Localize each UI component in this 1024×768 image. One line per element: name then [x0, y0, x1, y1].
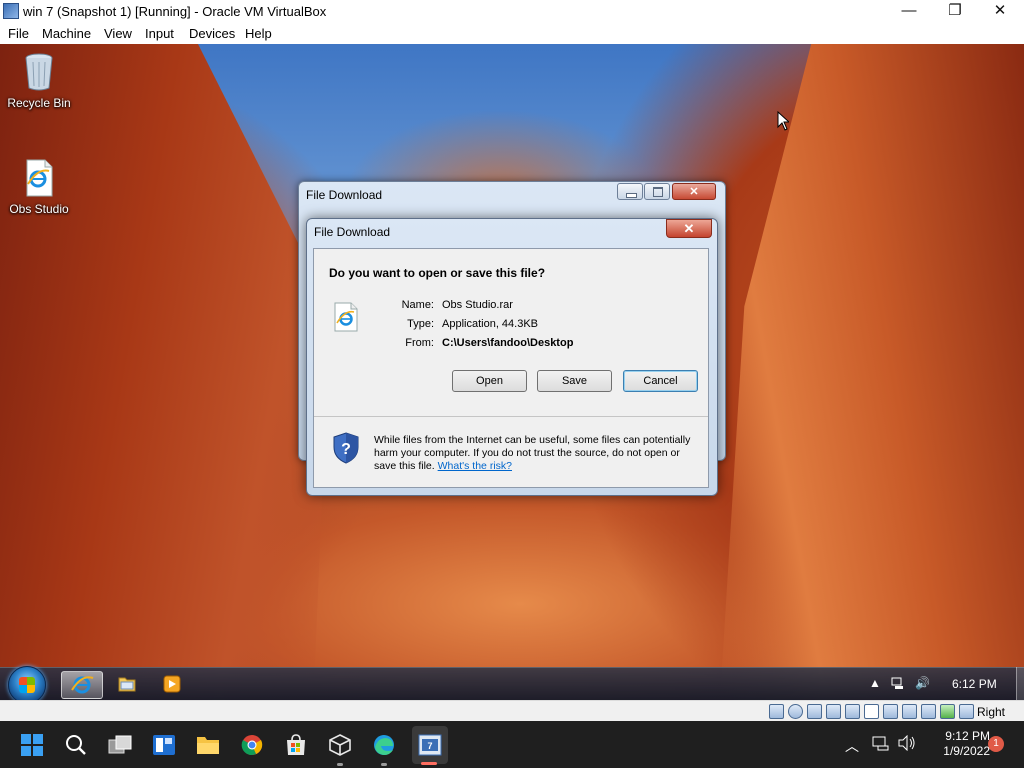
virtualbox-menubar: File Machine View Input Devices Help [0, 23, 1024, 44]
active-running-indicator [421, 762, 437, 765]
mouse-cursor-icon [777, 111, 789, 131]
menu-view[interactable]: View [104, 26, 132, 41]
virtualbox-status-bar: Right Ctrl [0, 700, 1024, 733]
type-value: Application, 44.3KB [442, 318, 539, 330]
cpu-status-icon[interactable] [921, 704, 936, 719]
optical-drive-status-icon[interactable] [788, 704, 803, 719]
desktop-icon-label: Obs Studio [9, 202, 69, 216]
file-explorer-icon[interactable] [196, 734, 220, 756]
mouse-integration-status-icon[interactable] [940, 704, 955, 719]
guest-start-button[interactable] [8, 666, 46, 704]
window-title: win 7 (Snapshot 1) [Running] - Oracle VM… [23, 4, 327, 19]
host-tray-show-hidden-icon[interactable]: ︿ [845, 736, 869, 758]
running-indicator [337, 763, 343, 766]
virtualbox-titlebar: win 7 (Snapshot 1) [Running] - Oracle VM… [0, 0, 1024, 23]
dialog-question: Do you want to open or save this file? [329, 266, 546, 280]
taskbar-internet-explorer[interactable] [61, 671, 103, 699]
host-clock[interactable]: 9:12 PM 1/9/2022 [930, 729, 990, 759]
video-capture-status-icon[interactable] [902, 704, 917, 719]
network-icon[interactable] [891, 677, 905, 690]
guest-tray-show-hidden-icon[interactable]: ▲ [868, 677, 882, 690]
menu-help[interactable]: Help [245, 26, 272, 41]
file-download-dialog[interactable]: File Download ✕ Do you want to open or s… [306, 218, 718, 496]
desktop-icon-label: Recycle Bin [7, 96, 71, 110]
dialog-body: Do you want to open or save this file? N… [313, 248, 709, 488]
show-desktop-button[interactable] [1016, 667, 1024, 700]
maximize-button[interactable] [644, 183, 670, 200]
taskbar-media-player[interactable] [152, 671, 192, 697]
network-status-icon[interactable] [826, 704, 841, 719]
volume-icon[interactable]: 🔊 [915, 677, 930, 690]
hard-disk-status-icon[interactable] [769, 704, 784, 719]
maximize-button[interactable]: ❐ [932, 0, 978, 23]
internet-explorer-icon [71, 676, 94, 694]
shared-folders-status-icon[interactable] [864, 704, 879, 719]
svg-text:7: 7 [427, 741, 432, 751]
microsoft-store-icon[interactable] [284, 734, 308, 756]
media-player-icon [163, 675, 181, 693]
keyboard-status-icon[interactable] [959, 704, 974, 719]
menu-machine[interactable]: Machine [42, 26, 91, 41]
from-value: C:\Users\fandoo\Desktop [442, 337, 574, 349]
virtualbox-app-icon [3, 3, 19, 19]
type-label: Type: [407, 318, 434, 330]
guest-clock[interactable]: 6:12 PM [952, 677, 997, 691]
audio-status-icon[interactable] [807, 704, 822, 719]
warning-text: While files from the Internet can be use… [374, 434, 691, 472]
wallpaper-rock-left [0, 44, 330, 700]
desktop-icon-obs-studio[interactable]: Obs Studio [1, 158, 77, 216]
desktop-icon-recycle-bin[interactable]: Recycle Bin [1, 52, 77, 110]
windows-logo-icon [19, 677, 35, 693]
name-label: Name: [401, 299, 434, 311]
usb-status-icon[interactable] [845, 704, 860, 719]
security-shield-icon: ? [333, 432, 359, 464]
menu-input[interactable]: Input [145, 26, 174, 41]
windows-start-icon[interactable] [20, 734, 44, 756]
minimize-button[interactable] [617, 183, 643, 200]
close-button[interactable]: ✕ [977, 0, 1023, 23]
divider [314, 416, 708, 417]
window-title: File Download [306, 188, 383, 202]
svg-text:?: ? [341, 441, 351, 458]
close-button[interactable]: ✕ [672, 183, 716, 200]
save-button[interactable]: Save [537, 370, 612, 392]
host-time: 9:12 PM [945, 729, 990, 743]
taskbar-windows-explorer[interactable] [107, 671, 147, 697]
virtualbox-icon[interactable] [328, 734, 352, 756]
ie-file-icon [26, 159, 53, 197]
dialog-close-button[interactable]: ✕ [666, 219, 712, 238]
host-network-icon[interactable] [872, 735, 890, 751]
folder-icon [118, 677, 136, 692]
name-value: Obs Studio.rar [442, 299, 513, 311]
recycle-bin-icon [25, 53, 53, 91]
display-status-icon[interactable] [883, 704, 898, 719]
warning-text-block: While files from the Internet can be use… [374, 434, 704, 473]
dialog-title: File Download [314, 225, 391, 239]
minimize-button[interactable]: — [886, 0, 932, 23]
whats-the-risk-link[interactable]: What's the risk? [438, 460, 512, 472]
task-view-icon[interactable] [108, 734, 132, 756]
cancel-button[interactable]: Cancel [623, 370, 698, 392]
host-volume-icon[interactable] [898, 735, 916, 751]
virtualbox-vm-icon[interactable]: 7 [418, 734, 442, 756]
edge-icon[interactable] [372, 734, 396, 756]
notification-badge[interactable]: 1 [988, 736, 1004, 752]
menu-devices[interactable]: Devices [189, 26, 235, 41]
from-label: From: [405, 337, 434, 349]
search-icon[interactable] [64, 734, 88, 756]
open-button[interactable]: Open [452, 370, 527, 392]
wallpaper-rock-right [720, 44, 1024, 700]
widgets-icon[interactable] [152, 734, 176, 756]
chrome-icon[interactable] [240, 734, 264, 756]
running-indicator [381, 763, 387, 766]
host-date: 1/9/2022 [943, 744, 990, 758]
menu-file[interactable]: File [8, 26, 29, 41]
ie-file-icon [334, 302, 358, 332]
